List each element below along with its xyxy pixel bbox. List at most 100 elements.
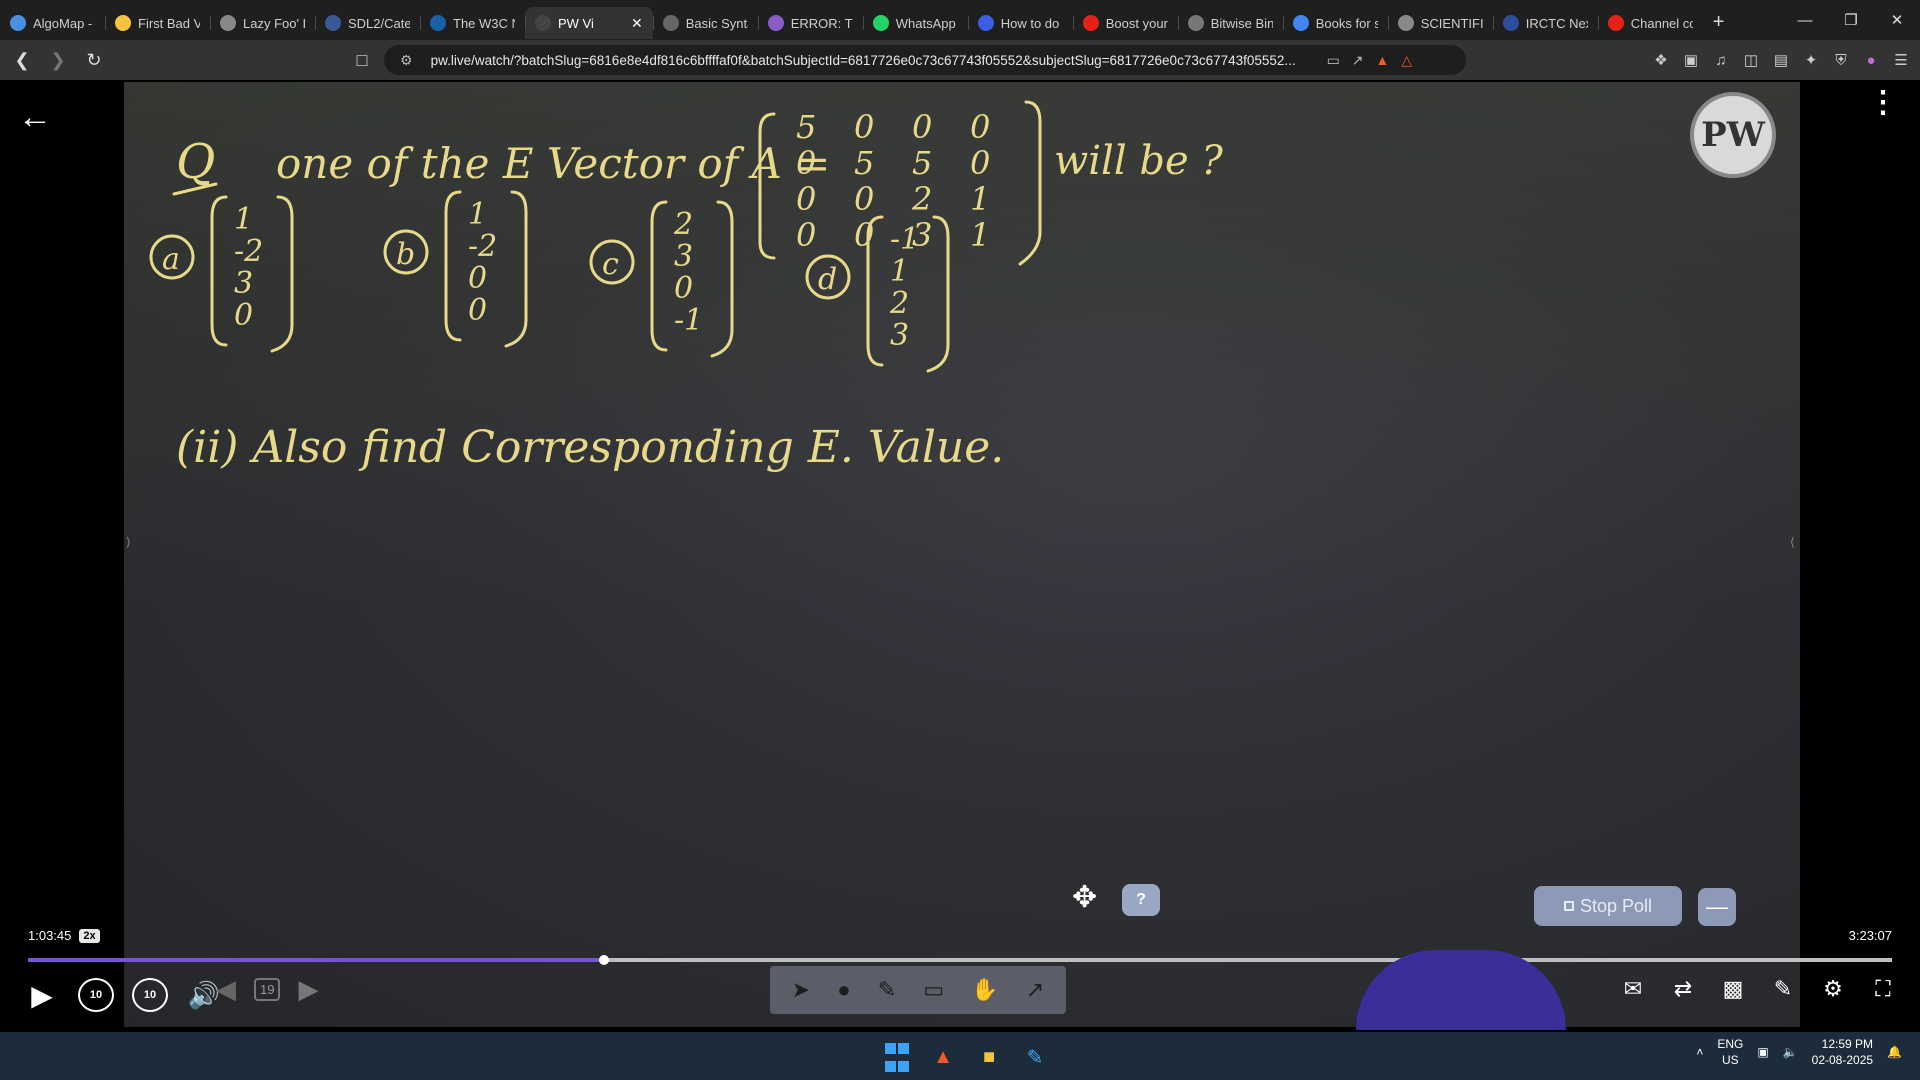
hand-icon[interactable]: ✋ <box>971 977 998 1003</box>
browser-tab[interactable]: ERROR: Th <box>757 7 863 39</box>
move-icon[interactable]: ✥ <box>1072 880 1097 915</box>
playback-controls: ▶ 10 10 🔊 <box>24 978 222 1012</box>
pen-app-icon[interactable]: ✎ <box>1018 1040 1052 1074</box>
browser-tab[interactable]: Lazy Foo' P <box>210 7 315 39</box>
speaker-icon[interactable]: 🔈 <box>1783 1045 1798 1059</box>
help-button[interactable]: ? <box>1122 884 1160 916</box>
tab-title: Bitwise Bin <box>1210 15 1273 31</box>
sidebar-icon[interactable]: ◫ <box>1740 49 1762 71</box>
close-tab-icon[interactable]: ✕ <box>631 15 643 32</box>
browser-tab[interactable]: Books for s <box>1282 7 1388 39</box>
left-panel-handle[interactable]: ⟩ <box>126 535 131 549</box>
pointer-icon[interactable]: ➤ <box>792 977 810 1003</box>
close-window-button[interactable]: ✕ <box>1874 0 1920 40</box>
network-icon[interactable]: ▣ <box>1757 1045 1768 1059</box>
translate-icon[interactable]: ⇄ <box>1668 976 1698 1002</box>
site-settings-icon[interactable]: ⚙ <box>400 52 413 69</box>
bookmark-icon[interactable]: □ <box>346 44 378 76</box>
clock[interactable]: 12:59 PM 02-08-2025 <box>1812 1036 1873 1068</box>
pen-icon[interactable]: ✎ <box>878 977 896 1003</box>
w3c-icon <box>430 15 446 31</box>
language-indicator[interactable]: ENG US <box>1717 1036 1743 1068</box>
restore-window-button[interactable]: ❐ <box>1828 0 1874 40</box>
highlighter-icon[interactable]: ▭ <box>923 977 944 1003</box>
stop-poll-button[interactable]: Stop Poll <box>1534 886 1682 926</box>
vector-entry: 1 <box>234 202 253 237</box>
menu-icon[interactable]: ☰ <box>1890 49 1912 71</box>
browser-tab[interactable]: PW Vi ✕ <box>525 7 653 39</box>
seek-bar[interactable] <box>28 955 1892 965</box>
forward-10-button[interactable]: 10 <box>132 978 168 1012</box>
next-page-icon[interactable]: ▶ <box>298 974 318 1005</box>
wallet-icon[interactable]: ▤ <box>1770 49 1792 71</box>
browser-tab[interactable]: SCIENTIFIC <box>1387 7 1493 39</box>
stop-poll-label: Stop Poll <box>1579 895 1653 916</box>
browser-tab[interactable]: Bitwise Bin <box>1177 7 1283 39</box>
file-explorer-icon[interactable]: ■ <box>972 1040 1006 1074</box>
settings-icon[interactable]: ⚙ <box>1818 976 1848 1002</box>
back-arrow-icon[interactable]: ← <box>18 98 52 137</box>
prev-page-icon[interactable]: ◀ <box>216 974 236 1005</box>
show-hidden-icons-icon[interactable]: ˄ <box>1696 1045 1703 1059</box>
clock-date: 02-08-2025 <box>1811 1053 1874 1067</box>
browser-tab[interactable]: The W3C N <box>420 7 525 39</box>
error-icon <box>767 15 784 31</box>
browser-tab[interactable]: Basic Synta <box>652 7 758 39</box>
screenshot-icon[interactable]: ▣ <box>1680 49 1702 71</box>
more-options-icon[interactable]: ⋮ <box>1868 88 1898 118</box>
start-button[interactable] <box>880 1040 914 1074</box>
video-player[interactable]: Q one of the E Vector of A = 50000550002… <box>0 80 1920 1030</box>
sdl-icon <box>325 15 341 31</box>
cast-icon[interactable]: ▭ <box>1327 52 1340 69</box>
rewind-10-button[interactable]: 10 <box>78 978 114 1012</box>
profile-icon[interactable]: ● <box>1860 49 1882 71</box>
reload-button[interactable]: ↻ <box>78 44 110 76</box>
seek-bar-handle[interactable] <box>598 955 609 965</box>
notes-icon[interactable]: ✎ <box>1768 976 1798 1002</box>
chat-icon[interactable]: ✉ <box>1618 976 1648 1002</box>
share-icon[interactable]: ↗ <box>1352 52 1364 69</box>
forward-button[interactable]: ❯ <box>42 44 74 76</box>
vector-bracket-right <box>710 200 734 358</box>
browser-tab[interactable]: IRCTC Nex <box>1492 7 1598 39</box>
bitwise-icon <box>1187 15 1204 31</box>
leo-ai-icon[interactable]: ✦ <box>1800 49 1822 71</box>
arrow-tool-icon[interactable]: ↗ <box>1026 977 1044 1003</box>
brave-browser-icon[interactable]: ▲ <box>926 1040 960 1074</box>
extensions-icon[interactable]: ❖ <box>1650 49 1672 71</box>
vpn-icon[interactable]: ⛨ <box>1830 49 1852 71</box>
back-button[interactable]: ❮ <box>6 44 38 76</box>
browser-tab[interactable]: Channel cc <box>1597 7 1703 39</box>
url-text[interactable]: pw.live/watch/?batchSlug=6816e8e4df816c6… <box>431 53 1321 68</box>
minimize-poll-button[interactable]: — <box>1698 888 1736 926</box>
question-text: one of the E Vector of A = <box>276 139 830 188</box>
play-icon[interactable]: ▶ <box>24 979 60 1012</box>
picture-in-picture-icon[interactable]: ▩ <box>1718 976 1748 1002</box>
playback-speed-badge[interactable]: 2x <box>79 928 100 943</box>
circle-icon <box>977 15 994 31</box>
tab-title: IRCTC Nex <box>1525 15 1588 31</box>
tab-title: Lazy Foo' P <box>243 15 305 31</box>
minimize-window-button[interactable]: — <box>1782 0 1828 40</box>
browser-tab[interactable]: Boost your <box>1072 7 1178 39</box>
notifications-icon[interactable]: 🔔 <box>1887 1045 1902 1059</box>
browser-tab[interactable]: How to do <box>967 7 1073 39</box>
browser-tab[interactable]: First Bad V <box>105 7 210 39</box>
right-panel-handle[interactable]: ⟨ <box>1790 535 1795 549</box>
browser-tab[interactable]: AlgoMap - <box>0 7 105 39</box>
vector-entry: -2 <box>234 234 263 269</box>
media-icon[interactable]: ♫ <box>1710 49 1732 71</box>
tab-title: SCIENTIFIC <box>1420 15 1483 31</box>
new-tab-button[interactable]: + <box>1703 11 1735 34</box>
browser-tab[interactable]: WhatsApp <box>862 7 968 39</box>
vector-entry: 1 <box>890 254 909 289</box>
laser-icon[interactable]: ● <box>837 977 850 1003</box>
brave-rewards-icon[interactable]: △ <box>1401 52 1412 69</box>
annotation-toolbar: ➤ ● ✎ ▭ ✋ ↗ <box>770 966 1066 1014</box>
fullscreen-icon[interactable]: ⛶ <box>1868 976 1898 1002</box>
browser-tab[interactable]: SDL2/Cate <box>315 7 420 39</box>
brave-shields-icon[interactable]: ▲ <box>1376 52 1390 68</box>
option-label: a <box>162 242 180 277</box>
google-icon <box>1292 15 1309 31</box>
address-bar[interactable]: ⚙ pw.live/watch/?batchSlug=6816e8e4df816… <box>384 45 1466 75</box>
